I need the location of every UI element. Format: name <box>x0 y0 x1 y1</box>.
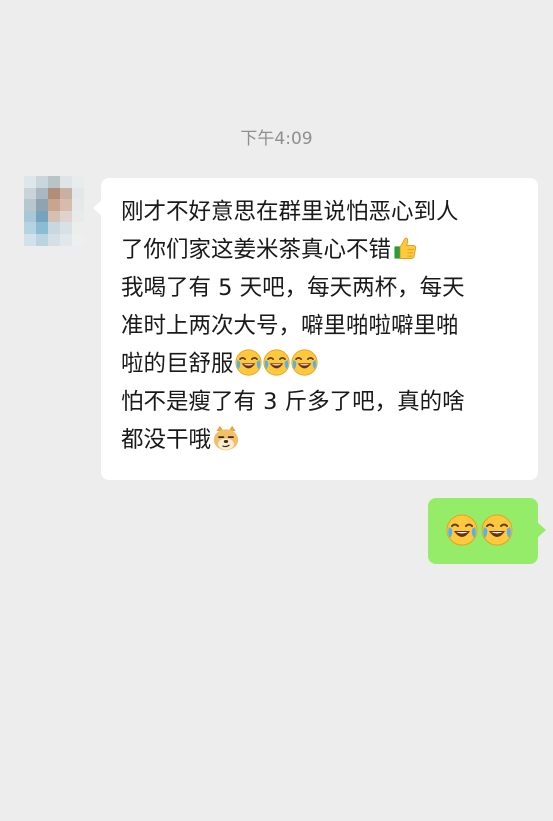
message-line: 怕不是瘦了有 3 斤多了吧，真的啥 <box>121 383 524 421</box>
message-line: 啦的巨舒服 <box>121 345 524 383</box>
laughing-crying-icon <box>481 514 513 546</box>
message-timestamp: 下午4:09 <box>240 129 313 149</box>
received-message-bubble[interactable]: 刚才不好意思在群里说怕恶心到人 了你们家这姜米茶真心不错 我喝了有 5 天吧，每… <box>93 178 538 480</box>
message-line: 了你们家这姜米茶真心不错 <box>121 231 524 269</box>
laughing-crying-icon <box>446 514 478 546</box>
message-text: 怕不是瘦了有 3 斤多了吧，真的啥 <box>121 389 465 415</box>
laughing-crying-icon <box>235 349 262 376</box>
message-text: 准时上两次大号，噼里啪啦噼里啪 <box>121 313 459 339</box>
message-line: 准时上两次大号，噼里啪啦噼里啪 <box>121 307 524 345</box>
thumbs-up-icon <box>392 234 418 262</box>
sent-message-bubble[interactable] <box>428 498 546 564</box>
chat-window: 下午4:09 刚才不好意思在群里说怕恶心到人 了你们家这姜米茶真心不错 我喝了有… <box>0 0 553 821</box>
message-text: 了你们家这姜米茶真心不错 <box>121 237 392 263</box>
avatar[interactable] <box>24 176 84 246</box>
laughing-crying-icon <box>291 349 318 376</box>
message-text: 都没干哦 <box>121 427 212 453</box>
laughing-crying-icon <box>263 349 290 376</box>
message-line: 我喝了有 5 天吧，每天两杯，每天 <box>121 269 524 307</box>
message-line: 都没干哦 <box>121 421 524 459</box>
message-text: 啦的巨舒服 <box>121 351 234 377</box>
doge-icon <box>212 424 240 452</box>
message-text: 刚才不好意思在群里说怕恶心到人 <box>121 199 459 225</box>
message-line: 刚才不好意思在群里说怕恶心到人 <box>121 193 524 231</box>
message-text: 我喝了有 5 天吧，每天两杯，每天 <box>121 275 465 301</box>
